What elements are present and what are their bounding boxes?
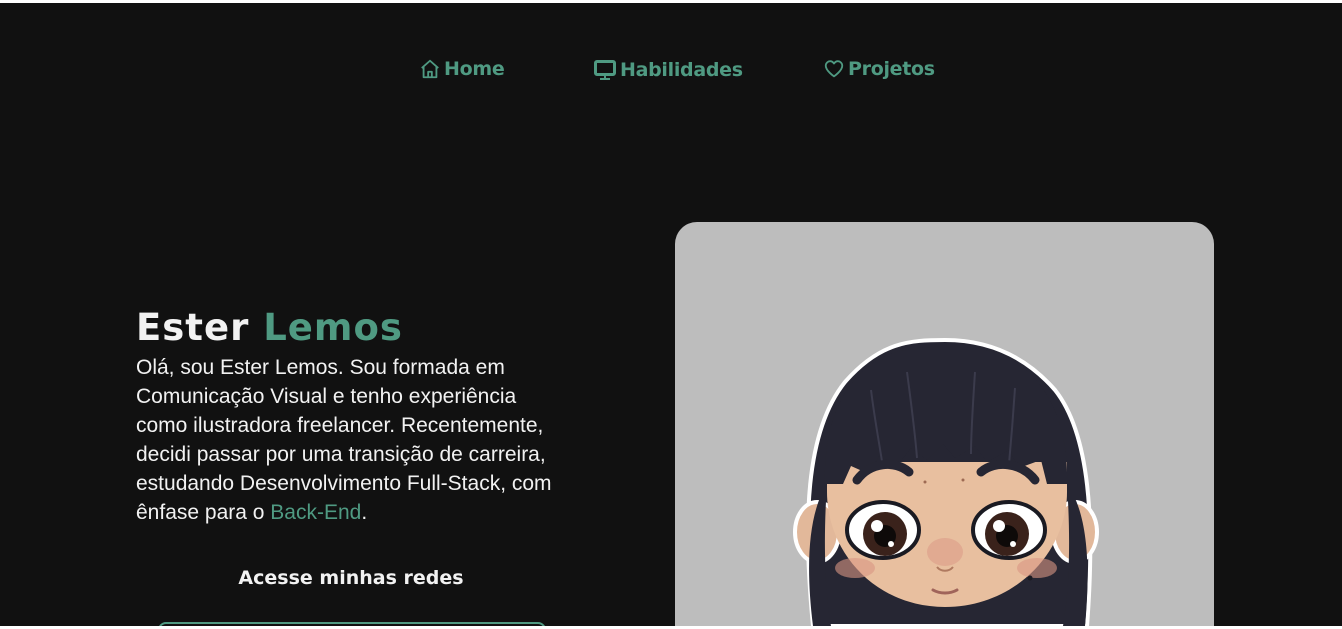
nav-home-link[interactable]: Home	[419, 58, 505, 80]
hero-title: Ester Lemos	[136, 303, 576, 353]
monitor-icon	[593, 58, 617, 82]
portrait-illustration	[793, 337, 1099, 626]
hero-bio-end: .	[361, 501, 368, 524]
social-links-container[interactable]	[158, 622, 546, 626]
hero-bio: Olá, sou Ester Lemos. Sou formada em Com…	[136, 353, 566, 527]
hero-last-name: Lemos	[263, 306, 403, 349]
hero-bio-highlight: Back-End	[270, 501, 362, 524]
nav-skills-label: Habilidades	[620, 59, 743, 81]
nav-projects-label: Projetos	[848, 58, 935, 80]
page: Home Habilidades Projetos Ester Lemos Ol…	[0, 3, 1342, 626]
portrait-card	[675, 222, 1214, 626]
nav-projects-link[interactable]: Projetos	[823, 58, 935, 80]
social-heading: Acesse minhas redes	[238, 567, 464, 589]
heart-icon	[823, 58, 845, 80]
hero-first-name: Ester	[136, 306, 250, 349]
hero-bio-text: Olá, sou Ester Lemos. Sou formada em Com…	[136, 356, 552, 524]
home-icon	[419, 58, 441, 80]
top-nav: Home Habilidades Projetos	[0, 58, 1342, 92]
nav-home-label: Home	[444, 58, 505, 80]
nav-skills-link[interactable]: Habilidades	[593, 58, 743, 82]
hero-section: Ester Lemos Olá, sou Ester Lemos. Sou fo…	[136, 303, 576, 527]
